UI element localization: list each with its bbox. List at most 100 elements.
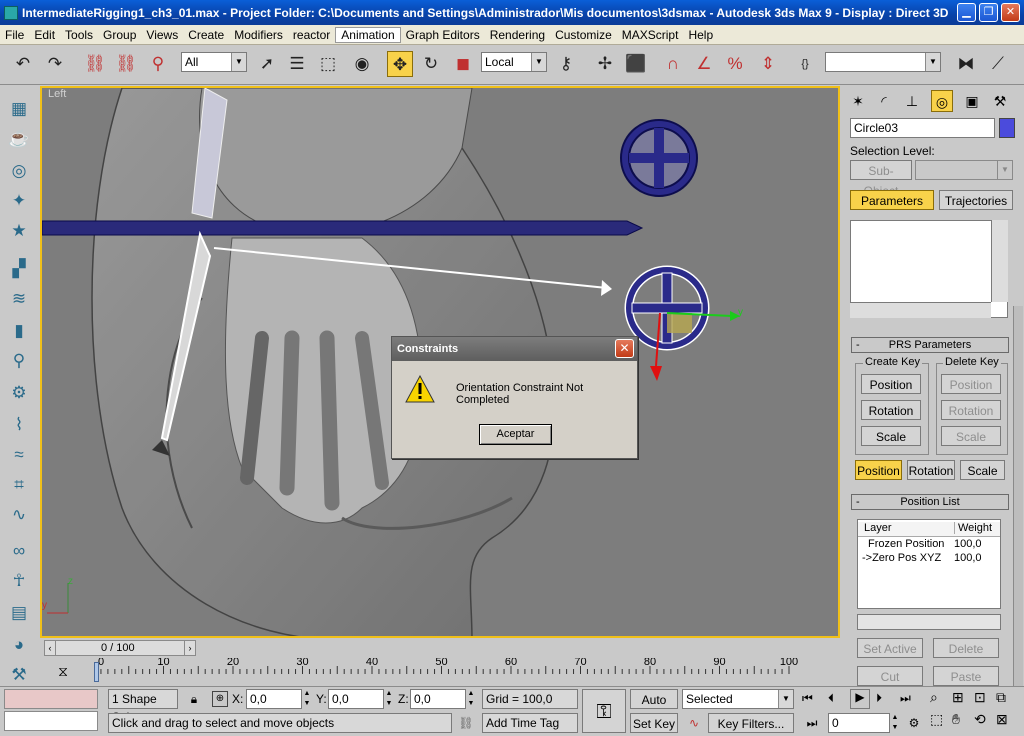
reference-coord-dropdown[interactable]: Local ▼	[481, 52, 547, 72]
create-key-position-button[interactable]: Position	[861, 374, 921, 394]
arc-rotate-icon[interactable]: ⟲	[974, 711, 986, 728]
prs-parameters-rollout[interactable]: - PRS Parameters	[851, 337, 1009, 353]
key-mode-dropdown[interactable]: Selected ▼	[682, 689, 794, 709]
window-crossing-icon[interactable]: ◉	[349, 51, 375, 77]
viewport-label[interactable]: Left	[48, 88, 66, 100]
delete-key-position-button[interactable]: Position	[941, 374, 1001, 394]
menu-item-file[interactable]: File	[0, 28, 29, 42]
notebook-icon[interactable]: ▤	[6, 600, 32, 626]
hierarchy-tab-icon[interactable]: ⊥	[901, 90, 923, 112]
y-spinner[interactable]: ▲ ▼	[384, 689, 394, 709]
list-hscrollbar[interactable]	[850, 302, 991, 318]
key-mode-toggle-icon[interactable]: ⏭	[802, 713, 822, 733]
utilities-tab-icon[interactable]: ⚒	[989, 90, 1011, 112]
dialog-close-icon[interactable]: ✕	[615, 339, 634, 358]
modify-tab-icon[interactable]: ◜	[873, 90, 895, 112]
lock-icon[interactable]: 🔒︎	[184, 689, 204, 709]
position-list-rollout[interactable]: - Position List	[851, 494, 1009, 510]
curve-icon[interactable]: ⌇	[6, 412, 32, 438]
curve-editor-icon[interactable]: ⧖	[48, 660, 78, 682]
redo-icon[interactable]: ↷	[42, 51, 68, 77]
biped-icon[interactable]: ☥	[6, 568, 32, 594]
pan-icon[interactable]: ✋︎	[952, 711, 960, 728]
prs-scale-tab[interactable]: Scale	[960, 460, 1005, 480]
select-and-rotate-icon[interactable]: ↻	[418, 51, 444, 77]
create-tab-icon[interactable]: ✶	[847, 90, 869, 112]
chevron-left-icon[interactable]: ‹	[45, 641, 56, 655]
go-to-end-icon[interactable]: ⏭	[900, 691, 911, 706]
maxscript-input[interactable]	[4, 711, 98, 731]
frame-spinner[interactable]: ▲ ▼	[890, 713, 900, 733]
bind-to-space-warp-icon[interactable]: ⚲	[145, 51, 171, 77]
object-color-swatch[interactable]	[999, 118, 1015, 138]
position-list-table[interactable]: Layer Weight Frozen Position 100,0 ->Zer…	[857, 519, 1001, 609]
prs-rotation-tab[interactable]: Rotation	[907, 460, 955, 480]
auto-key-button[interactable]: Auto Key	[630, 689, 678, 727]
set-key-button[interactable]: Set Key	[630, 713, 678, 733]
trajectories-tab[interactable]: Trajectories	[939, 190, 1013, 210]
display-tab-icon[interactable]: ▣	[961, 90, 983, 112]
play-icon[interactable]: ▶	[850, 689, 870, 709]
menu-item-create[interactable]: Create	[183, 28, 229, 42]
x-coordinate-field[interactable]: 0,0	[246, 689, 302, 709]
undo-icon[interactable]: ↶	[10, 51, 36, 77]
create-box-icon[interactable]: ▦	[6, 96, 32, 122]
menu-item-reactor[interactable]: reactor	[288, 28, 335, 42]
layer-name-field[interactable]	[857, 614, 1001, 630]
parameters-tab[interactable]: Parameters	[850, 190, 934, 210]
panel-scrollbar[interactable]	[1013, 306, 1023, 686]
menu-item-customize[interactable]: Customize	[550, 28, 617, 42]
select-and-link-icon[interactable]: ⛓	[82, 51, 108, 77]
key-icon[interactable]: ⚿	[582, 689, 626, 733]
mirror-icon[interactable]: ⧓	[953, 51, 979, 77]
modifier-icon[interactable]: ▞	[6, 256, 32, 282]
table-row[interactable]: Frozen Position 100,0	[858, 538, 1000, 552]
fish-icon[interactable]: ≈	[6, 442, 32, 468]
select-by-name-icon[interactable]: ☰	[284, 51, 310, 77]
maximize-viewport-icon[interactable]: ⊠	[996, 711, 1008, 728]
prs-position-tab[interactable]: Position	[855, 460, 902, 480]
create-key-rotation-button[interactable]: Rotation	[861, 400, 921, 420]
create-light-icon[interactable]: ✦	[6, 188, 32, 214]
link-icon[interactable]: ∞	[6, 538, 32, 564]
region-zoom-icon[interactable]: ⬚	[930, 711, 943, 728]
absolute-mode-icon[interactable]: ⊕	[212, 691, 228, 707]
time-slider-thumb[interactable]	[94, 662, 99, 682]
minimize-icon[interactable]: ▁	[957, 3, 976, 22]
selection-filter-dropdown[interactable]: All ▼	[181, 52, 247, 72]
table-row[interactable]: ->Zero Pos XYZ 100,0	[858, 552, 1000, 566]
zoom-all-icon[interactable]: ⊞	[952, 689, 964, 706]
spring-icon[interactable]: ≋	[6, 286, 32, 312]
close-icon[interactable]: ✕	[1001, 3, 1020, 22]
menu-item-animation[interactable]: Animation	[335, 26, 401, 43]
time-configuration-icon[interactable]: ⚙	[904, 713, 924, 733]
layer-column-header[interactable]: Layer	[864, 522, 892, 534]
track-bar[interactable]: 0 10 20 30 40 50 60 70 80 90 100	[94, 658, 839, 684]
x-spinner[interactable]: ▲ ▼	[302, 689, 312, 709]
spinner-snap-icon[interactable]: ⇕	[755, 51, 781, 77]
z-coordinate-field[interactable]: 0,0	[410, 689, 466, 709]
y-coordinate-field[interactable]: 0,0	[328, 689, 384, 709]
next-frame-icon[interactable]: ⏵	[876, 691, 882, 706]
align-icon[interactable]: ⟋	[985, 51, 1011, 77]
menu-item-group[interactable]: Group	[98, 28, 141, 42]
menu-item-rendering[interactable]: Rendering	[485, 28, 550, 42]
object-name-field[interactable]: Circle03	[850, 118, 995, 138]
key-filters-button[interactable]: Key Filters...	[708, 713, 794, 733]
create-key-scale-button[interactable]: Scale	[861, 426, 921, 446]
select-and-move-icon[interactable]: ✥	[387, 51, 413, 77]
ok-button[interactable]: Aceptar	[479, 424, 552, 445]
default-tangent-icon[interactable]: ∿	[682, 713, 706, 733]
zoom-icon[interactable]: ⌕	[930, 689, 938, 706]
gear-icon[interactable]: ⚙	[6, 380, 32, 406]
delete-key-scale-button[interactable]: Scale	[941, 426, 1001, 446]
angle-snap-icon[interactable]: ∠	[691, 51, 717, 77]
rectangular-selection-icon[interactable]: ⬚	[315, 51, 341, 77]
delete-button[interactable]: Delete	[933, 638, 999, 658]
menu-item-maxscript[interactable]: MAXScript	[617, 28, 684, 42]
delete-key-rotation-button[interactable]: Rotation	[941, 400, 1001, 420]
paste-button[interactable]: Paste	[933, 666, 999, 686]
menu-item-tools[interactable]: Tools	[60, 28, 98, 42]
hammer-icon[interactable]: ⚒	[6, 662, 32, 688]
camera-icon[interactable]: ⚲	[6, 348, 32, 374]
